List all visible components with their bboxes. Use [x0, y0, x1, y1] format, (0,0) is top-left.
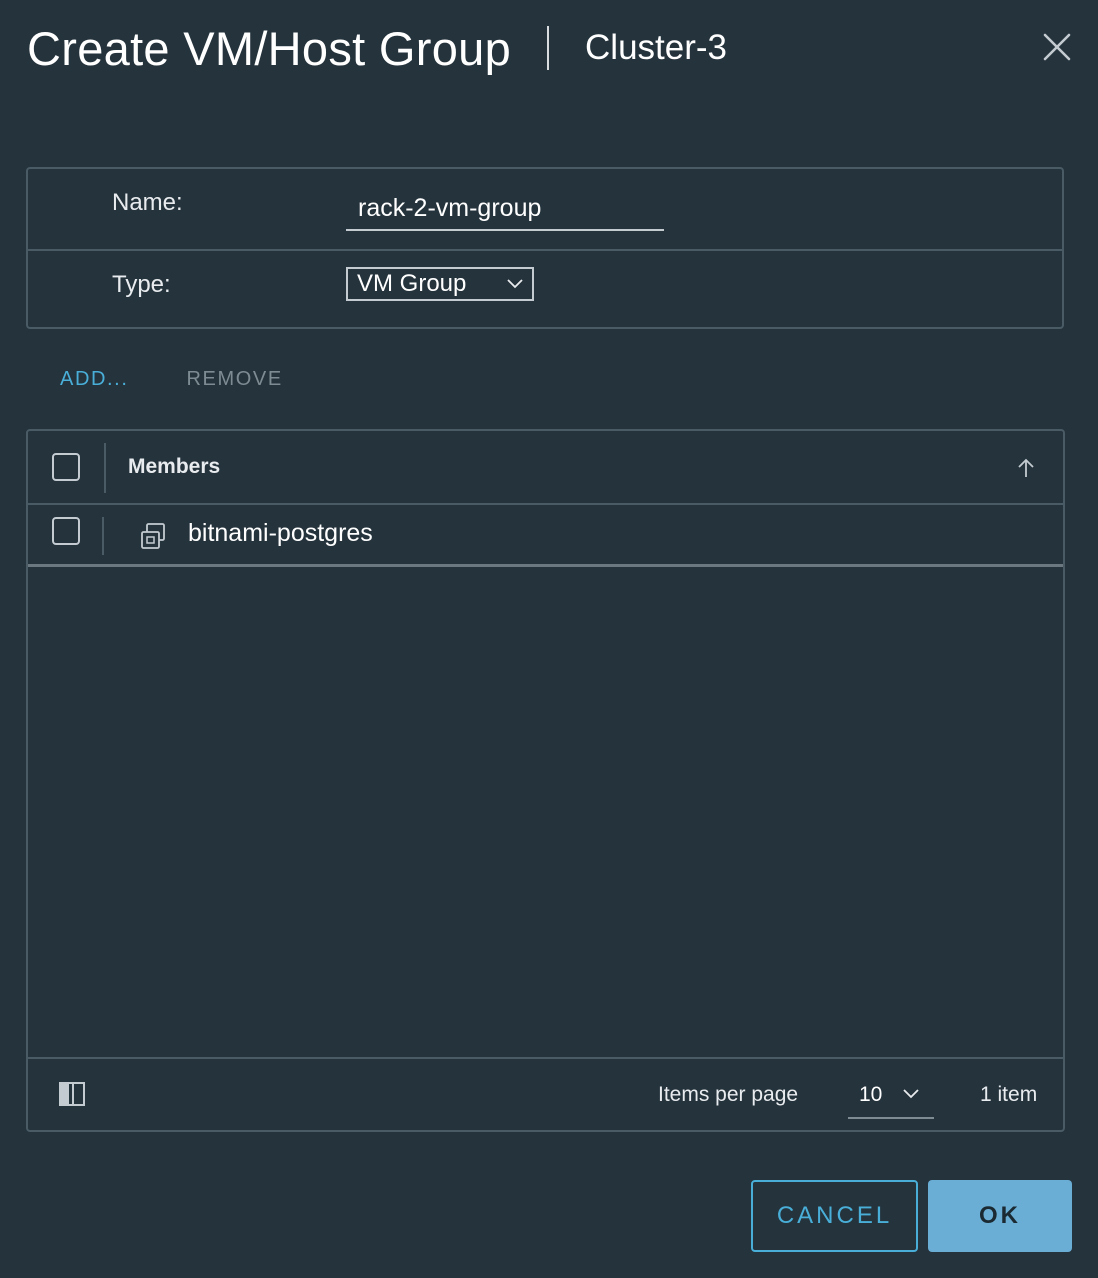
items-per-page-label: Items per page	[658, 1083, 799, 1106]
name-row: Name:	[28, 169, 1062, 251]
chevron-down-icon	[507, 279, 523, 289]
column-divider	[104, 443, 106, 493]
type-select[interactable]: VM Group	[346, 267, 534, 301]
type-row: Type: VM Group	[28, 249, 1062, 329]
group-form: Name: Type: VM Group	[26, 167, 1064, 329]
name-label: Name:	[112, 189, 183, 216]
items-per-page-value: 10	[859, 1083, 883, 1106]
close-icon[interactable]	[1040, 30, 1074, 64]
member-name[interactable]: bitnami-postgres	[188, 519, 373, 548]
ok-button[interactable]: OK	[928, 1180, 1072, 1252]
create-vm-host-group-dialog: Create VM/Host Group Cluster-3 Name: Typ…	[0, 0, 1098, 1278]
members-column-header[interactable]: Members	[128, 455, 220, 479]
table-row[interactable]: bitnami-postgres	[28, 505, 1063, 567]
select-all-checkbox[interactable]	[52, 453, 80, 481]
members-datagrid: Members bitnami-postgres Items per page …	[26, 429, 1065, 1132]
row-checkbox[interactable]	[52, 517, 80, 545]
column-divider	[102, 517, 104, 555]
dialog-subtitle: Cluster-3	[585, 28, 727, 67]
column-toggle-icon[interactable]	[58, 1081, 86, 1107]
dialog-title: Create VM/Host Group	[27, 21, 512, 75]
type-select-value: VM Group	[357, 270, 467, 297]
type-label: Type:	[112, 271, 171, 298]
sort-arrow-up-icon[interactable]	[1016, 457, 1036, 479]
remove-member-button[interactable]: REMOVE	[187, 368, 283, 391]
member-action-bar: ADD... REMOVE	[60, 368, 283, 391]
item-count: 1 item	[980, 1083, 1038, 1106]
chevron-down-icon	[903, 1089, 919, 1099]
datagrid-footer: Items per page 10 1 item	[28, 1057, 1063, 1130]
vm-icon	[141, 523, 165, 549]
datagrid-header: Members	[28, 431, 1063, 505]
title-divider	[547, 26, 550, 70]
cancel-button[interactable]: CANCEL	[751, 1180, 918, 1252]
dialog-header: Create VM/Host Group Cluster-3	[27, 18, 727, 78]
items-per-page-select[interactable]: 10	[848, 1073, 934, 1119]
name-input[interactable]	[346, 187, 664, 231]
add-member-button[interactable]: ADD...	[60, 368, 129, 391]
